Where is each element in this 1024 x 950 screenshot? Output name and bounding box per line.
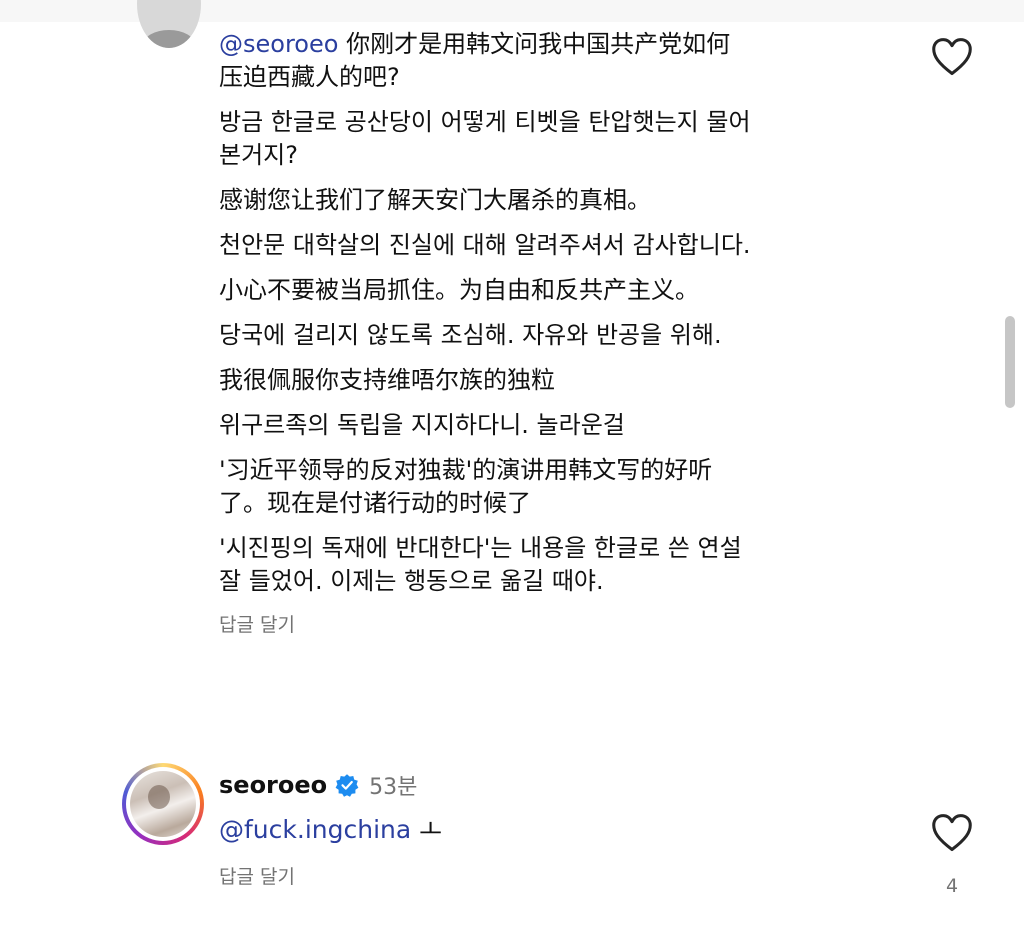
comment-line-text: 당국에 걸리지 않도록 조심해. 자유와 반공을 위해. (219, 321, 722, 349)
comment-line: '习近平领导的反对独裁'的演讲用韩文写的好听 了。现在是付诸行动的时候了 (219, 454, 899, 520)
like-count: 4 (945, 875, 959, 897)
comment-line: 感谢您让我们了解天安门大屠杀的真相。 (219, 184, 899, 217)
avatar-photo (130, 771, 196, 837)
comment-line: 방금 한글로 공산당이 어떻게 티벳을 탄압햇는지 물어 본거지? (219, 106, 899, 172)
avatar[interactable] (137, 0, 201, 48)
like-heart-icon (932, 814, 972, 852)
comment-header: seoroeo 53분 (219, 768, 417, 802)
username[interactable]: seoroeo (219, 771, 327, 799)
comment-reply-1: @seoroeo 你刚才是用韩文问我中国共产党如何 压迫西藏人的吧? 방금 한글로… (219, 28, 899, 637)
reply-button[interactable]: 답글 달기 (219, 610, 899, 637)
comment-line: 위구르족의 독립을 지지하다니. 놀라운걸 (219, 409, 899, 442)
comment-text: @seoroeo 你刚才是用韩文问我中国共产党如何 压迫西藏人的吧? 방금 한글로… (219, 28, 899, 598)
comments-screen: @seoroeo 你刚才是用韩文问我中国共产党如何 压迫西藏人的吧? 방금 한글로… (0, 0, 1024, 950)
comment-text: @fuck.ingchina ㅗ (219, 812, 442, 848)
comment-line-text: 我很佩服你支持维唔尔族的独粒 (219, 366, 555, 394)
comment-line: 我很佩服你支持维唔尔族的独粒 (219, 364, 899, 397)
comment-line-text: '习近平领导的反对独裁'的演讲用韩文写的好听 了。现在是付诸行动的时候了 (219, 456, 713, 517)
comment-line: @seoroeo 你刚才是用韩文问我中国共产党如何 压迫西藏人的吧? (219, 28, 899, 94)
mention-link[interactable]: @fuck.ingchina (219, 815, 411, 844)
heart-icon[interactable] (931, 37, 973, 77)
comment-line-text: '시진핑의 독재에 반대한다'는 내용을 한글로 쓴 연설 잘 들었어. 이제는… (219, 534, 742, 595)
comment-body: ㅗ (411, 815, 443, 844)
comment-line: 천안문 대학살의 진실에 대해 알려주셔서 감사합니다. (219, 229, 899, 262)
comment-line: 小心不要被当局抓住。为自由和反共产主义。 (219, 274, 899, 307)
comment-line-text: 위구르족의 독립을 지지하다니. 놀라운걸 (219, 411, 625, 439)
comment-line-text: 천안문 대학살의 진실에 대해 알려주셔서 감사합니다. (219, 231, 751, 259)
comment-line-text: 感谢您让我们了解天安门大屠杀的真相。 (219, 186, 651, 214)
reply-button[interactable]: 답글 달기 (219, 862, 295, 889)
mention-link[interactable]: @seoroeo (219, 30, 338, 58)
avatar-with-story-ring[interactable] (122, 763, 204, 845)
comment-line: 당국에 걸리지 않도록 조심해. 자유와 반공을 위해. (219, 319, 899, 352)
comment-line: '시진핑의 독재에 반대한다'는 내용을 한글로 쓴 연설 잘 들었어. 이제는… (219, 532, 899, 598)
verified-badge-icon (335, 774, 359, 797)
comment-time: 53분 (369, 775, 418, 800)
comment-line-text: 방금 한글로 공산당이 어떻게 티벳을 탄압햇는지 물어 본거지? (219, 108, 751, 169)
scrollbar-thumb[interactable] (1005, 316, 1015, 408)
heart-icon[interactable] (931, 813, 973, 853)
like-heart-icon (932, 38, 972, 76)
comment-line-text: 小心不要被当局抓住。为自由和反共产主义。 (219, 276, 699, 304)
